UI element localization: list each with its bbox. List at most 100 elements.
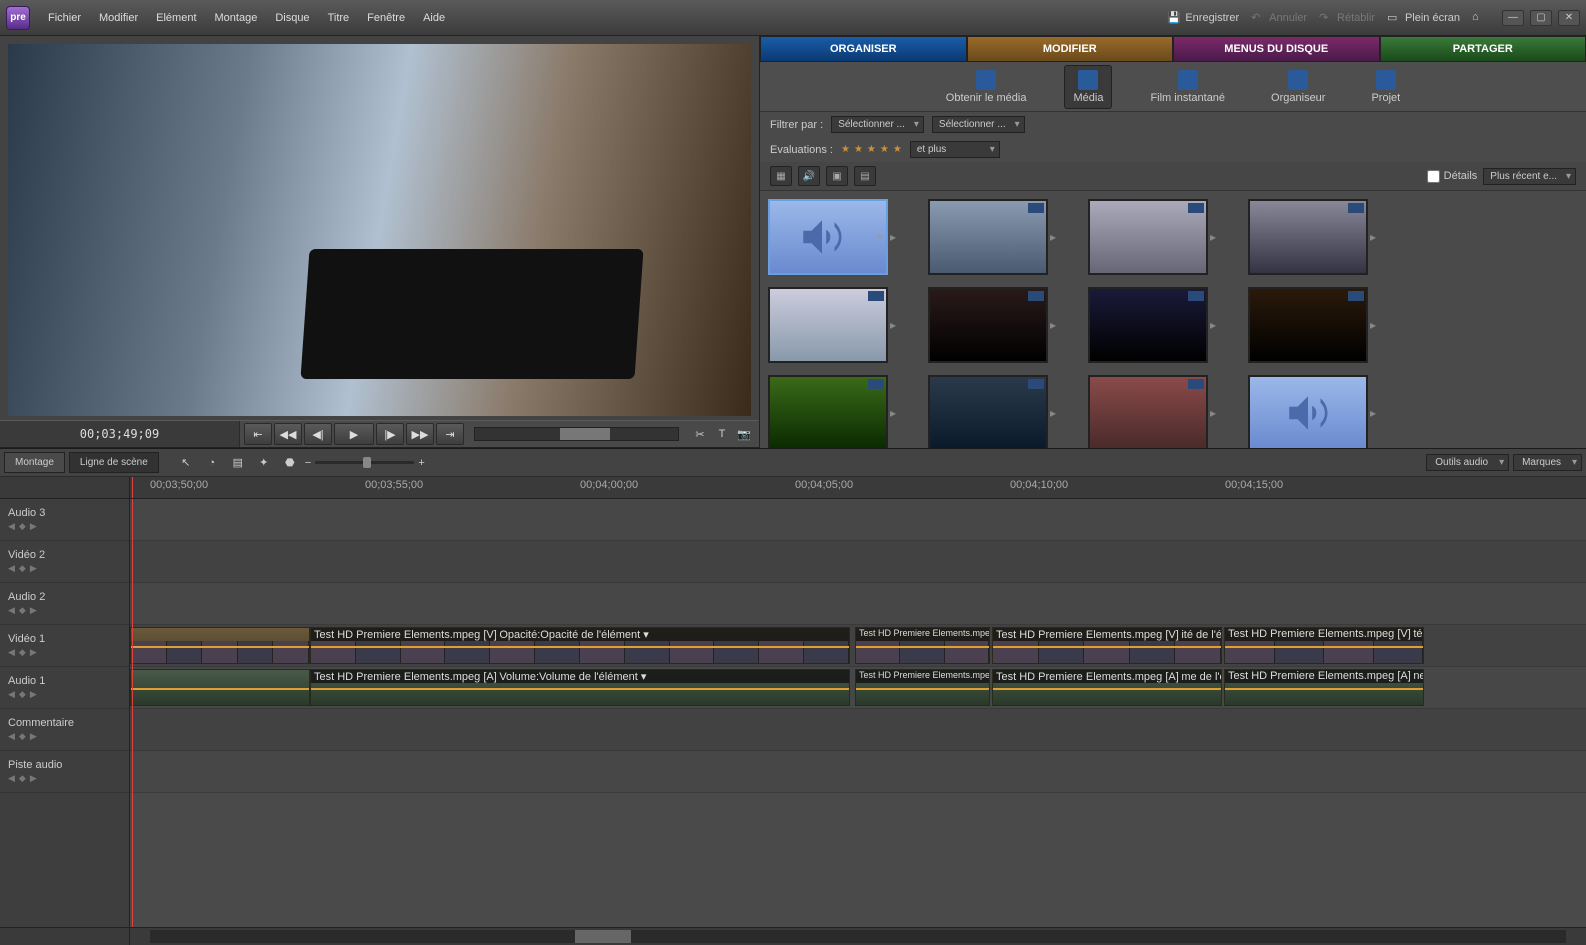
track-video1[interactable]: Test HD Premiere Elements.mpeg [V] Opaci… (130, 625, 1586, 667)
ruler-content[interactable]: 00;03;50;00 00;03;55;00 00;04;00;00 00;0… (130, 477, 1586, 498)
star-icon[interactable]: ★ (841, 144, 850, 155)
timeline-scrollbar[interactable] (0, 927, 1586, 945)
track-lock-icon[interactable]: ◆ (19, 731, 26, 742)
instant-movie-button[interactable]: Film instantané (1142, 66, 1233, 108)
tab-montage[interactable]: Montage (4, 452, 65, 473)
goto-out-button[interactable]: ⇥ (436, 423, 464, 445)
zoom-out-icon[interactable]: − (305, 457, 311, 469)
home-button[interactable]: ⌂ (1466, 9, 1492, 27)
track-audio1[interactable]: Test HD Premiere Elements.mpeg [A] Volum… (130, 667, 1586, 709)
details-checkbox[interactable]: Détails (1427, 170, 1478, 183)
details-checkbox-input[interactable] (1427, 170, 1440, 183)
scrub-handle-icon[interactable]: ▸ (1370, 318, 1384, 332)
star-icon[interactable]: ★ (893, 144, 902, 155)
window-maximize[interactable]: ▢ (1530, 10, 1552, 26)
view-audio-icon[interactable]: 🔊 (798, 166, 820, 186)
track-header-narration[interactable]: Commentaire◀◆▶ (0, 709, 129, 751)
star-icon[interactable]: ★ (880, 144, 889, 155)
scrub-handle-icon[interactable]: ▸ (1210, 230, 1224, 244)
organizer-button[interactable]: Organiseur (1263, 66, 1333, 108)
menu-fichier[interactable]: Fichier (44, 10, 85, 26)
scrub-handle-icon[interactable]: ▸ (1210, 406, 1224, 420)
save-button[interactable]: 💾 Enregistrer (1161, 9, 1245, 27)
track-lock-icon[interactable]: ◆ (19, 689, 26, 700)
track-header-audio1[interactable]: Audio 1◀◆▶ (0, 667, 129, 709)
properties-icon[interactable]: ▤ (227, 453, 249, 473)
tab-sceneline[interactable]: Ligne de scène (69, 452, 159, 473)
undo-button[interactable]: ↶ Annuler (1245, 9, 1313, 27)
scrub-handle-icon[interactable]: ▸ (1210, 318, 1224, 332)
track-toggle-icon[interactable]: ▶ (30, 731, 37, 742)
zoom-slider[interactable]: − + (305, 456, 425, 470)
fast-forward-button[interactable]: ▶▶ (406, 423, 434, 445)
audio-clip[interactable]: Test HD Premiere Elements.mpe (855, 669, 990, 706)
track-header-audio2[interactable]: Audio 2◀◆▶ (0, 583, 129, 625)
program-monitor[interactable] (8, 44, 751, 416)
track-toggle-icon[interactable]: ▶ (30, 689, 37, 700)
timecode-display[interactable]: 00;03;49;09 (0, 421, 240, 447)
tab-modify[interactable]: MODIFIER (967, 36, 1174, 62)
media-thumb-video[interactable] (1248, 287, 1368, 363)
media-thumb-video[interactable] (1248, 199, 1368, 275)
playhead-indicator[interactable] (132, 477, 133, 498)
track-soundtrack[interactable] (130, 751, 1586, 793)
media-thumb-video[interactable] (1088, 199, 1208, 275)
track-toggle-icon[interactable]: ▶ (30, 563, 37, 574)
track-header-video2[interactable]: Vidéo 2◀◆▶ (0, 541, 129, 583)
star-icon[interactable]: ★ (854, 144, 863, 155)
menu-modifier[interactable]: Modifier (95, 10, 142, 26)
track-toggle-icon[interactable]: ◀ (8, 773, 15, 784)
tab-disc-menus[interactable]: MENUS DU DISQUE (1173, 36, 1380, 62)
media-thumb-video[interactable] (928, 199, 1048, 275)
markers-dropdown[interactable]: Marques (1513, 454, 1582, 471)
rating-stars[interactable]: ★ ★ ★ ★ ★ (841, 144, 902, 155)
scrub-handle-icon[interactable]: ▸ (1050, 318, 1064, 332)
track-toggle-icon[interactable]: ◀ (8, 563, 15, 574)
tab-organize[interactable]: ORGANISER (760, 36, 967, 62)
track-lock-icon[interactable]: ◆ (19, 773, 26, 784)
window-minimize[interactable]: — (1502, 10, 1524, 26)
track-lock-icon[interactable]: ◆ (19, 605, 26, 616)
split-clip-icon[interactable]: ✂ (691, 425, 709, 443)
smart-fix-icon[interactable]: ✦ (253, 453, 275, 473)
track-toggle-icon[interactable]: ▶ (30, 647, 37, 658)
rewind-button[interactable]: ◀◀ (274, 423, 302, 445)
media-thumb-video[interactable] (1088, 375, 1208, 448)
media-thumb-video[interactable] (928, 287, 1048, 363)
video-clip[interactable]: Test HD Premiere Elements.mpe (855, 627, 990, 664)
menu-element[interactable]: Elément (152, 10, 200, 26)
step-back-button[interactable]: ◀| (304, 423, 332, 445)
scrub-handle-icon[interactable]: ▸ (1050, 230, 1064, 244)
media-thumb-video[interactable] (768, 375, 888, 448)
audio-clip[interactable] (130, 669, 310, 706)
video-clip[interactable]: Test HD Premiere Elements.mpeg [V] Opaci… (310, 627, 850, 664)
timeline-ruler[interactable]: 00;03;50;00 00;03;55;00 00;04;00;00 00;0… (0, 477, 1586, 499)
zoom-in-icon[interactable]: + (418, 457, 424, 469)
scrub-handle-icon[interactable]: ▸ (1370, 230, 1384, 244)
tracks-area[interactable]: Test HD Premiere Elements.mpeg [V] Opaci… (130, 499, 1586, 927)
time-stretch-tool-icon[interactable]: ◔ (201, 453, 223, 473)
sort-select[interactable]: Plus récent e... (1483, 168, 1576, 185)
track-toggle-icon[interactable]: ◀ (8, 647, 15, 658)
selection-tool-icon[interactable]: ↖ (175, 453, 197, 473)
audio-clip[interactable]: Test HD Premiere Elements.mpeg [A] ne:V (1224, 669, 1424, 706)
window-close[interactable]: ✕ (1558, 10, 1580, 26)
track-lock-icon[interactable]: ◆ (19, 521, 26, 532)
rating-mode-select[interactable]: et plus (910, 141, 1000, 158)
scrub-handle-icon[interactable]: ▸ (1370, 406, 1384, 420)
track-toggle-icon[interactable]: ◀ (8, 731, 15, 742)
media-thumb-video[interactable] (928, 375, 1048, 448)
media-button[interactable]: Média (1064, 65, 1112, 109)
track-lock-icon[interactable]: ◆ (19, 563, 26, 574)
track-header-audio3[interactable]: Audio 3◀◆▶ (0, 499, 129, 541)
track-toggle-icon[interactable]: ▶ (30, 605, 37, 616)
view-video-icon[interactable]: ▦ (770, 166, 792, 186)
media-thumb-audio[interactable] (1248, 375, 1368, 448)
audio-clip[interactable]: Test HD Premiere Elements.mpeg [A] me de… (992, 669, 1222, 706)
menu-titre[interactable]: Titre (324, 10, 354, 26)
view-still-icon[interactable]: ▣ (826, 166, 848, 186)
track-toggle-icon[interactable]: ▶ (30, 773, 37, 784)
video-clip[interactable]: Test HD Premiere Elements.mpeg [V] té:O (1224, 627, 1424, 664)
track-narration[interactable] (130, 709, 1586, 751)
add-text-icon[interactable]: T (713, 425, 731, 443)
